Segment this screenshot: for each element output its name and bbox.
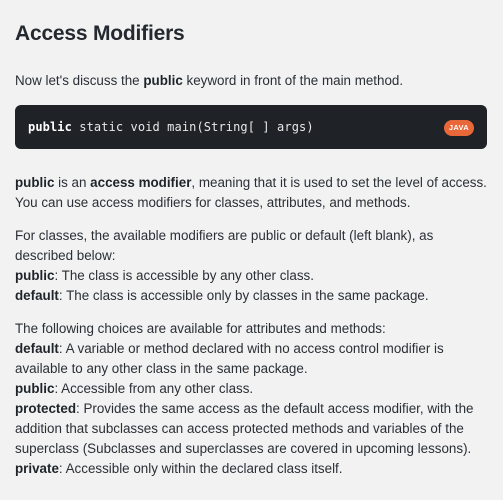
language-badge: JAVA bbox=[443, 120, 474, 136]
item-desc: : Provides the same access as the defaul… bbox=[15, 401, 474, 456]
intro-keyword: public bbox=[143, 73, 183, 88]
item-term: public bbox=[15, 381, 55, 396]
item-term: public bbox=[15, 268, 55, 283]
code-block[interactable]: public static void main(String[ ] args) … bbox=[15, 105, 487, 149]
class-modifiers-lead: For classes, the available modifiers are… bbox=[15, 228, 434, 263]
attribute-modifiers-paragraph: The following choices are available for … bbox=[15, 306, 488, 479]
list-item: private: Accessible only within the decl… bbox=[15, 459, 488, 479]
term-public: public bbox=[15, 175, 55, 190]
para1-text-1: is an bbox=[54, 175, 91, 190]
page-title: Access Modifiers bbox=[15, 22, 185, 45]
item-desc: : Accessible from any other class. bbox=[54, 381, 254, 396]
intro-text-before: Now let's discuss the bbox=[15, 73, 144, 88]
intro-text-after: keyword in front of the main method. bbox=[182, 73, 404, 88]
item-term: default bbox=[15, 341, 59, 356]
item-desc: : A variable or method declared with no … bbox=[15, 341, 444, 376]
code-rest: static void main(String[ ] args) bbox=[71, 120, 314, 134]
item-term: default bbox=[15, 288, 59, 303]
list-item: protected: Provides the same access as t… bbox=[15, 399, 488, 459]
list-item: public: Accessible from any other class. bbox=[15, 379, 488, 399]
term-access-modifier: access modifier bbox=[90, 175, 192, 190]
item-desc: : The class is accessible by any other c… bbox=[54, 268, 314, 283]
intro-paragraph: Now let's discuss the public keyword in … bbox=[15, 48, 488, 91]
attribute-modifiers-lead: The following choices are available for … bbox=[15, 321, 386, 336]
code-keyword: public bbox=[28, 120, 72, 134]
access-modifier-paragraph: public is an access modifier, meaning th… bbox=[15, 149, 488, 213]
list-item: default: The class is accessible only by… bbox=[15, 286, 488, 306]
lesson-page: Access Modifiers Now let's discuss the p… bbox=[0, 0, 503, 500]
class-modifiers-paragraph: For classes, the available modifiers are… bbox=[15, 213, 488, 306]
item-desc: : Accessible only within the declared cl… bbox=[58, 461, 343, 476]
item-term: protected bbox=[15, 401, 77, 416]
item-term: private bbox=[15, 461, 59, 476]
item-desc: : The class is accessible only by classe… bbox=[58, 288, 429, 303]
code-line: public static void main(String[ ] args) bbox=[28, 120, 314, 134]
list-item: default: A variable or method declared w… bbox=[15, 339, 488, 379]
list-item: public: The class is accessible by any o… bbox=[15, 266, 488, 286]
